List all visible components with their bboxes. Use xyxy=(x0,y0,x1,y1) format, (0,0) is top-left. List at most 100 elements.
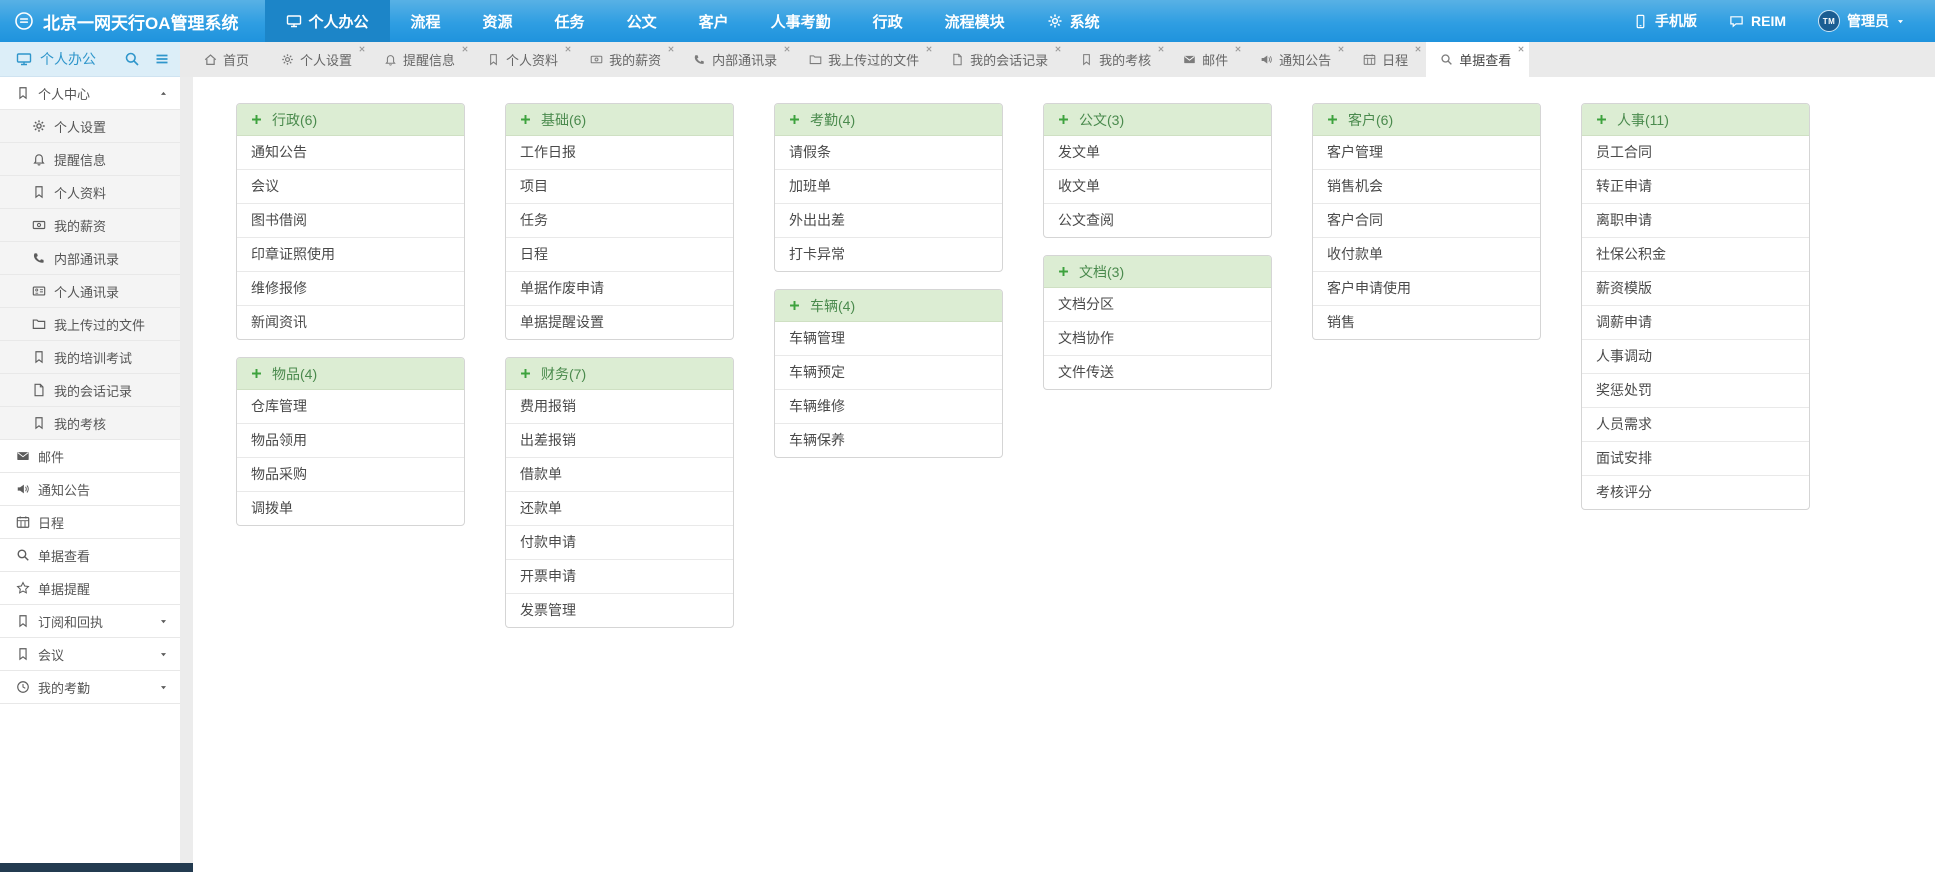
sidebar-item-17[interactable]: 会议 xyxy=(0,638,180,671)
category-card-header[interactable]: 财务(7) xyxy=(506,358,733,390)
sidebar-item-5[interactable]: 内部通讯录 xyxy=(0,242,180,275)
tab-6[interactable]: 我上传过的文件 xyxy=(795,42,937,77)
card-item-link[interactable]: 面试安排 xyxy=(1582,442,1809,476)
card-item-link[interactable]: 物品领用 xyxy=(237,424,464,458)
card-item-link[interactable]: 调薪申请 xyxy=(1582,306,1809,340)
card-item-link[interactable]: 车辆维修 xyxy=(775,390,1002,424)
card-item-link[interactable]: 工作日报 xyxy=(506,136,733,170)
close-icon[interactable] xyxy=(461,45,469,53)
card-item-link[interactable]: 公文查阅 xyxy=(1044,204,1271,237)
card-item-link[interactable]: 打卡异常 xyxy=(775,238,1002,271)
card-item-link[interactable]: 社保公积金 xyxy=(1582,238,1809,272)
app-brand[interactable]: 北京一网天行OA管理系统 xyxy=(0,0,265,42)
card-item-link[interactable]: 物品采购 xyxy=(237,458,464,492)
sidebar-item-6[interactable]: 个人通讯录 xyxy=(0,275,180,308)
category-card-header[interactable]: 车辆(4) xyxy=(775,290,1002,322)
card-item-link[interactable]: 文件传送 xyxy=(1044,356,1271,389)
reim-button[interactable]: REIM xyxy=(1713,13,1802,29)
card-item-link[interactable]: 员工合同 xyxy=(1582,136,1809,170)
close-icon[interactable] xyxy=(1337,45,1345,53)
card-item-link[interactable]: 人员需求 xyxy=(1582,408,1809,442)
card-item-link[interactable]: 发文单 xyxy=(1044,136,1271,170)
card-item-link[interactable]: 车辆管理 xyxy=(775,322,1002,356)
card-item-link[interactable]: 客户申请使用 xyxy=(1313,272,1540,306)
card-item-link[interactable]: 单据提醒设置 xyxy=(506,306,733,339)
sidebar-item-0[interactable]: 个人中心 xyxy=(0,77,180,110)
card-item-link[interactable]: 印章证照使用 xyxy=(237,238,464,272)
card-item-link[interactable]: 销售机会 xyxy=(1313,170,1540,204)
card-item-link[interactable]: 收文单 xyxy=(1044,170,1271,204)
sidebar-item-16[interactable]: 订阅和回执 xyxy=(0,605,180,638)
card-item-link[interactable]: 销售 xyxy=(1313,306,1540,339)
close-icon[interactable] xyxy=(1234,45,1242,53)
close-icon[interactable] xyxy=(783,45,791,53)
card-item-link[interactable]: 加班单 xyxy=(775,170,1002,204)
sidebar-item-7[interactable]: 我上传过的文件 xyxy=(0,308,180,341)
card-item-link[interactable]: 奖惩处罚 xyxy=(1582,374,1809,408)
card-item-link[interactable]: 文档分区 xyxy=(1044,288,1271,322)
close-icon[interactable] xyxy=(1414,45,1422,53)
close-icon[interactable] xyxy=(1157,45,1165,53)
sidebar-item-13[interactable]: 日程 xyxy=(0,506,180,539)
category-card-header[interactable]: 考勤(4) xyxy=(775,104,1002,136)
topnav-item-6[interactable]: 人事考勤 xyxy=(750,0,852,42)
category-card-header[interactable]: 物品(4) xyxy=(237,358,464,390)
card-item-link[interactable]: 车辆预定 xyxy=(775,356,1002,390)
category-card-header[interactable]: 文档(3) xyxy=(1044,256,1271,288)
category-card-header[interactable]: 人事(11) xyxy=(1582,104,1809,136)
card-item-link[interactable]: 收付款单 xyxy=(1313,238,1540,272)
tab-1[interactable]: 个人设置 xyxy=(267,42,370,77)
card-item-link[interactable]: 转正申请 xyxy=(1582,170,1809,204)
sidebar-item-14[interactable]: 单据查看 xyxy=(0,539,180,572)
tab-8[interactable]: 我的考核 xyxy=(1066,42,1169,77)
sidebar-item-10[interactable]: 我的考核 xyxy=(0,407,180,440)
card-item-link[interactable]: 出差报销 xyxy=(506,424,733,458)
card-item-link[interactable]: 新闻资讯 xyxy=(237,306,464,339)
card-item-link[interactable]: 单据作废申请 xyxy=(506,272,733,306)
sidebar-item-18[interactable]: 我的考勤 xyxy=(0,671,180,704)
sidebar-item-3[interactable]: 个人资料 xyxy=(0,176,180,209)
card-item-link[interactable]: 薪资模版 xyxy=(1582,272,1809,306)
tab-5[interactable]: 内部通讯录 xyxy=(679,42,795,77)
tab-10[interactable]: 通知公告 xyxy=(1246,42,1349,77)
topnav-item-2[interactable]: 资源 xyxy=(462,0,534,42)
close-icon[interactable] xyxy=(667,45,675,53)
topnav-item-4[interactable]: 公文 xyxy=(606,0,678,42)
card-item-link[interactable]: 客户管理 xyxy=(1313,136,1540,170)
tab-0[interactable]: 首页 xyxy=(190,42,267,77)
topnav-item-5[interactable]: 客户 xyxy=(678,0,750,42)
sidebar-item-4[interactable]: 我的薪资 xyxy=(0,209,180,242)
category-card-header[interactable]: 客户(6) xyxy=(1313,104,1540,136)
tab-7[interactable]: 我的会话记录 xyxy=(937,42,1066,77)
card-item-link[interactable]: 会议 xyxy=(237,170,464,204)
topnav-item-1[interactable]: 流程 xyxy=(390,0,462,42)
close-icon[interactable] xyxy=(358,45,366,53)
card-item-link[interactable]: 文档协作 xyxy=(1044,322,1271,356)
category-card-header[interactable]: 行政(6) xyxy=(237,104,464,136)
topnav-item-3[interactable]: 任务 xyxy=(534,0,606,42)
sidebar-item-15[interactable]: 单据提醒 xyxy=(0,572,180,605)
card-item-link[interactable]: 请假条 xyxy=(775,136,1002,170)
mobile-version-button[interactable]: 手机版 xyxy=(1617,11,1713,31)
card-item-link[interactable]: 任务 xyxy=(506,204,733,238)
sidebar-item-9[interactable]: 我的会话记录 xyxy=(0,374,180,407)
topnav-item-8[interactable]: 流程模块 xyxy=(924,0,1026,42)
tab-9[interactable]: 邮件 xyxy=(1169,42,1246,77)
close-icon[interactable] xyxy=(925,45,933,53)
card-item-link[interactable]: 借款单 xyxy=(506,458,733,492)
card-item-link[interactable]: 考核评分 xyxy=(1582,476,1809,509)
tab-11[interactable]: 日程 xyxy=(1349,42,1426,77)
search-icon[interactable] xyxy=(124,51,140,67)
category-card-header[interactable]: 基础(6) xyxy=(506,104,733,136)
topnav-item-9[interactable]: 系统 xyxy=(1026,0,1121,42)
admin-user-menu[interactable]: TM管理员 xyxy=(1802,10,1921,32)
tab-4[interactable]: 我的薪资 xyxy=(576,42,679,77)
close-icon[interactable] xyxy=(1517,45,1525,53)
card-item-link[interactable]: 人事调动 xyxy=(1582,340,1809,374)
card-item-link[interactable]: 费用报销 xyxy=(506,390,733,424)
hamburger-icon[interactable] xyxy=(154,51,170,67)
sidebar-item-1[interactable]: 个人设置 xyxy=(0,110,180,143)
card-item-link[interactable]: 调拨单 xyxy=(237,492,464,525)
card-item-link[interactable]: 发票管理 xyxy=(506,594,733,627)
tab-2[interactable]: 提醒信息 xyxy=(370,42,473,77)
